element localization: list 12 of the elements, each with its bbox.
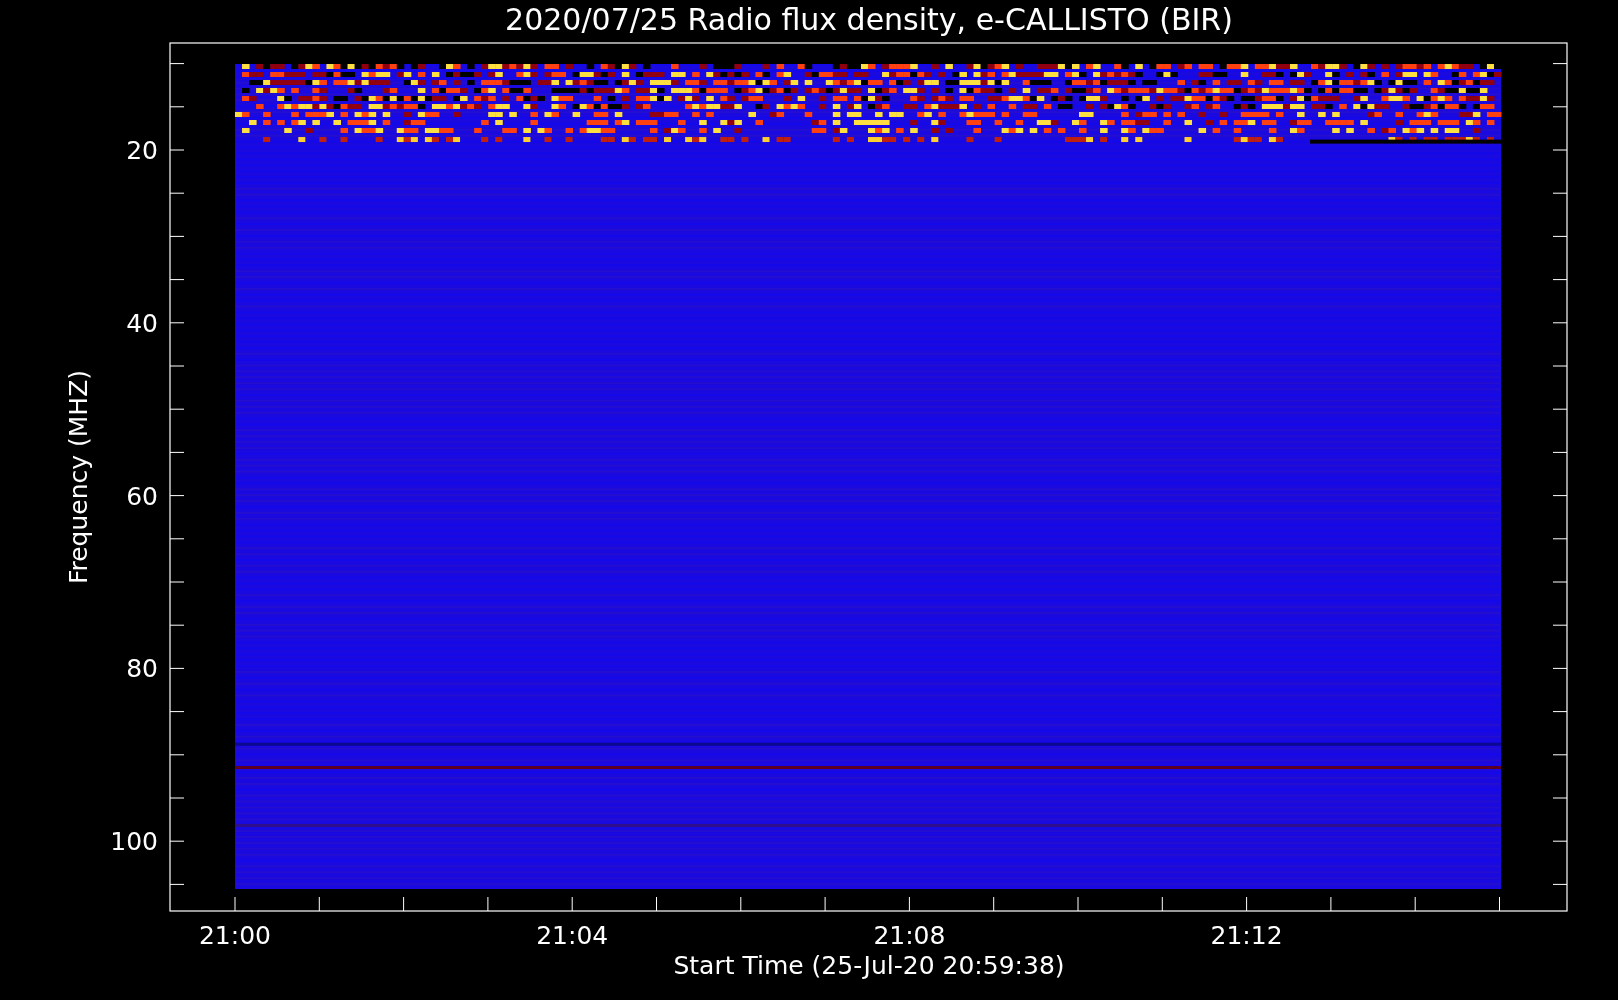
y-axis-label: Frequency (MHZ) <box>64 369 93 585</box>
y-tick-label: 40 <box>126 308 158 338</box>
x-tick-label: 21:00 <box>199 921 271 950</box>
y-tick-label: 60 <box>126 481 158 511</box>
y-tick-label: 80 <box>126 654 158 684</box>
x-tick-label: 21:04 <box>536 921 609 950</box>
x-axis-label: Start Time (25-Jul-20 20:59:38) <box>673 951 1065 980</box>
y-tick-label: 20 <box>126 136 158 165</box>
x-tick-label: 21:08 <box>873 921 946 950</box>
y-tick-label: 100 <box>110 827 158 857</box>
chart-title: 2020/07/25 Radio flux density, e-CALLISTO (BIR) <box>505 2 1233 37</box>
x-tick-label: 21:12 <box>1210 921 1283 950</box>
